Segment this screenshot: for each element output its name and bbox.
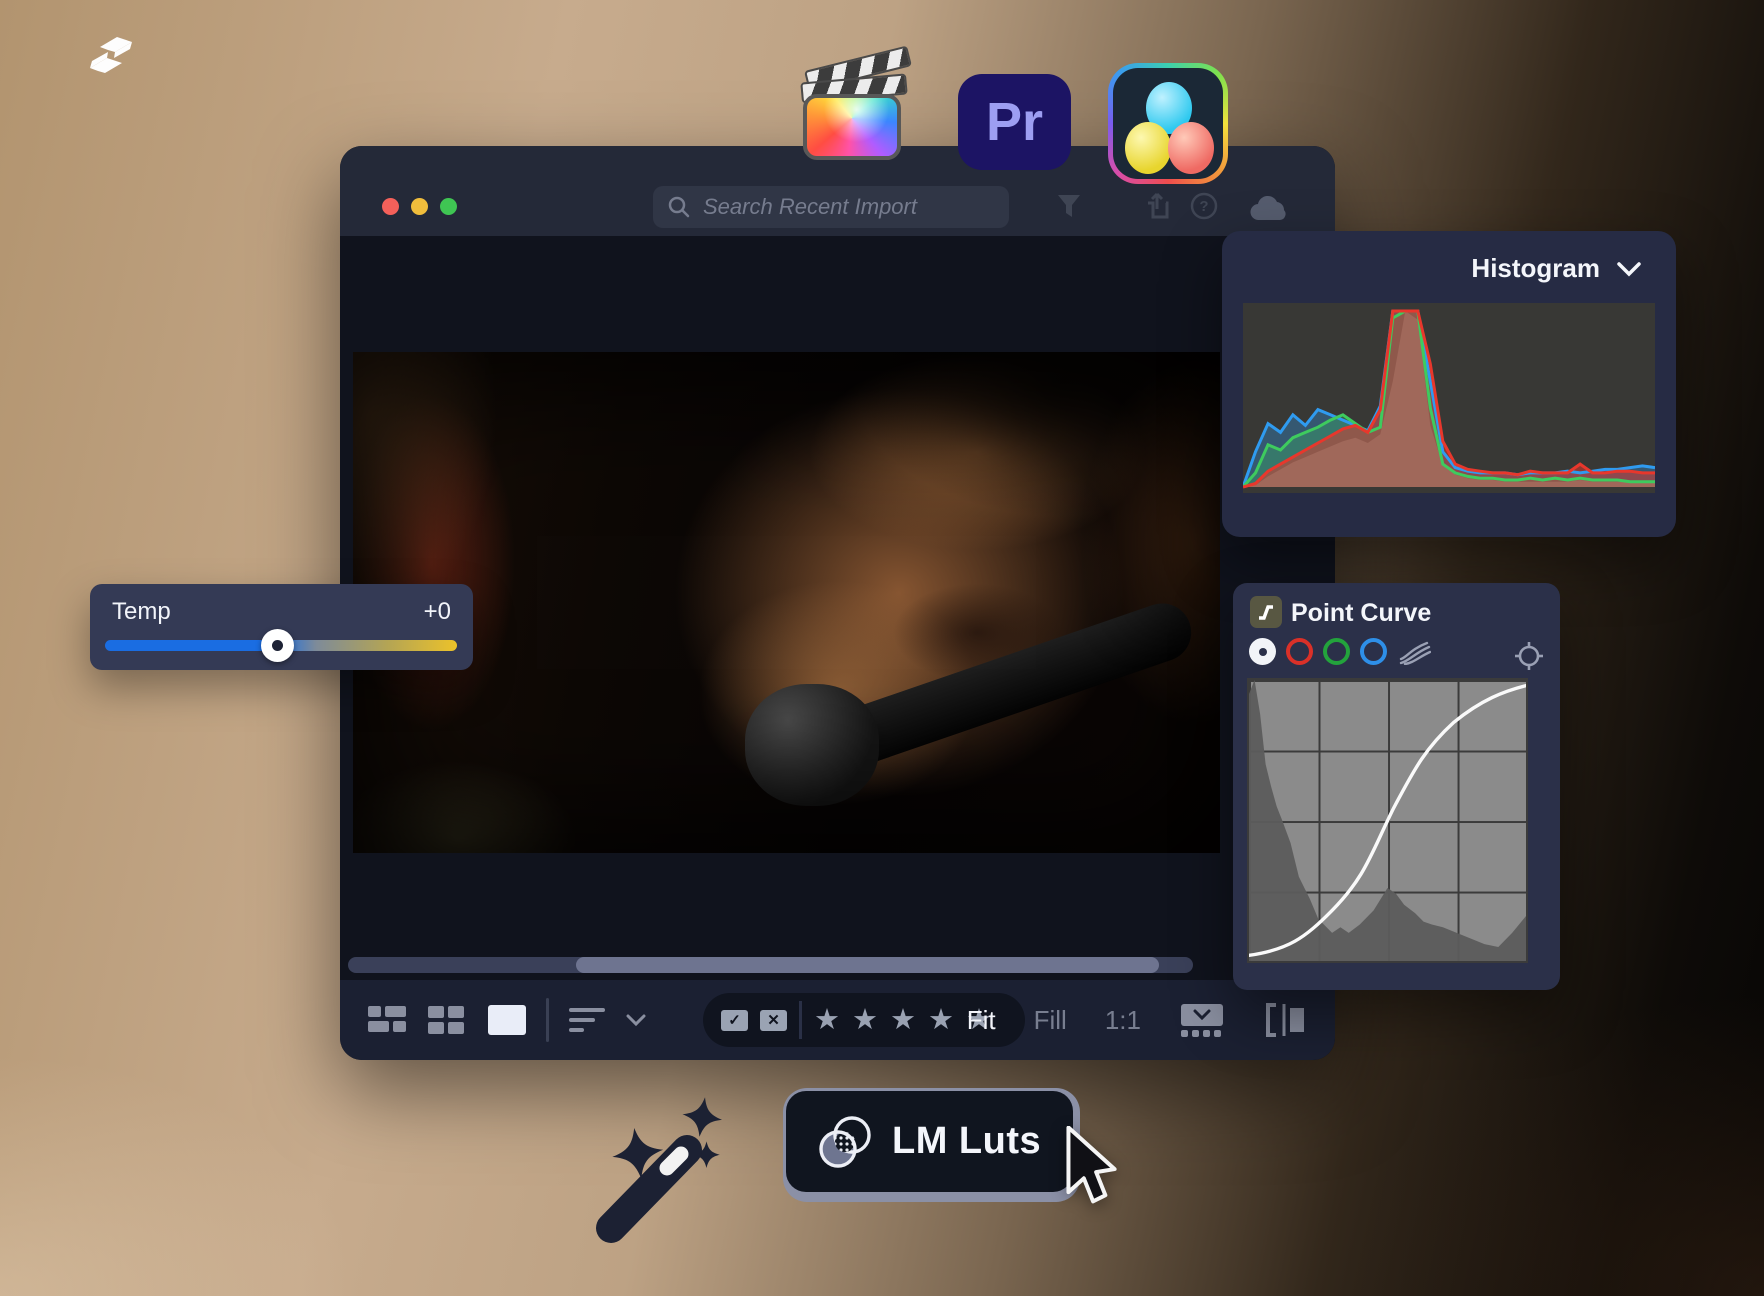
zoom-fill-button[interactable]: Fill (1034, 1005, 1067, 1036)
chevron-down-icon[interactable] (1616, 261, 1642, 277)
search-input[interactable] (701, 193, 995, 221)
horizontal-scrollbar[interactable] (348, 957, 1193, 973)
layout-single-button[interactable] (486, 1000, 530, 1040)
target-adjust-icon[interactable] (1514, 641, 1544, 671)
close-button[interactable] (382, 198, 399, 215)
final-cut-pro-icon[interactable] (801, 58, 907, 162)
scrollbar-thumb[interactable] (576, 957, 1159, 973)
premiere-pro-label: Pr (986, 91, 1043, 153)
zoom-1to1-button[interactable]: 1:1 (1105, 1005, 1141, 1036)
filter-icon[interactable] (1055, 192, 1083, 220)
lut-button-label: LM Luts (892, 1120, 1041, 1163)
cursor-icon (1058, 1126, 1122, 1206)
histogram-header[interactable]: Histogram (1471, 253, 1642, 284)
photo-editor-window: ? (340, 146, 1335, 1060)
star-button-4[interactable]: ★ (928, 1006, 954, 1035)
background: ? (0, 0, 1764, 1296)
temp-slider-thumb[interactable] (261, 629, 294, 662)
compare-before-after-button[interactable] (1263, 1002, 1307, 1038)
layout-masonry-button[interactable] (366, 1000, 410, 1040)
channel-red-button[interactable] (1286, 638, 1313, 665)
histogram-panel: Histogram (1222, 231, 1676, 537)
histogram-chart (1243, 303, 1655, 493)
svg-text:?: ? (1199, 198, 1208, 215)
viewer-area (340, 236, 1335, 980)
temp-label: Temp (112, 598, 171, 626)
sort-chevron-down-icon[interactable] (625, 1013, 647, 1027)
sort-button[interactable] (565, 1000, 609, 1040)
channel-luminance-button[interactable] (1249, 638, 1276, 665)
lut-button-frame: LM Luts (783, 1088, 1080, 1202)
luts-overlap-circles-icon (814, 1111, 876, 1173)
star-button-3[interactable]: ★ (890, 1006, 916, 1035)
lm-luts-button[interactable]: LM Luts (786, 1091, 1073, 1192)
bottom-toolbar: ✓ ✕ ★ ★ ★ ★ ★ Fit Fill 1:1 (340, 980, 1335, 1060)
toolbar-divider (546, 998, 549, 1042)
share-icon[interactable] (1142, 190, 1172, 222)
point-curve-badge-icon (1250, 596, 1282, 628)
davinci-resolve-icon[interactable] (1108, 63, 1228, 184)
premiere-pro-icon[interactable]: Pr (958, 74, 1071, 170)
filmstrip-toggle-button[interactable] (1179, 1002, 1225, 1038)
brand-logo-icon (84, 32, 138, 78)
search-bar[interactable] (653, 186, 1009, 228)
zoom-button[interactable] (440, 198, 457, 215)
point-curve-title: Point Curve (1291, 599, 1431, 628)
star-button-1[interactable]: ★ (814, 1006, 840, 1035)
tone-curve-grid[interactable] (1247, 678, 1528, 963)
histogram-title: Histogram (1471, 253, 1600, 284)
help-icon[interactable]: ? (1190, 192, 1218, 220)
temp-slider-panel: Temp +0 (90, 584, 473, 670)
flag-pick-button[interactable]: ✓ (721, 1010, 748, 1031)
temp-value: +0 (424, 598, 451, 626)
search-icon (667, 195, 691, 219)
channel-blue-button[interactable] (1360, 638, 1387, 665)
flag-reject-button[interactable]: ✕ (760, 1010, 787, 1031)
magic-wand-icon (583, 1080, 743, 1245)
zoom-fit-button[interactable]: Fit (967, 1005, 996, 1036)
channel-green-button[interactable] (1323, 638, 1350, 665)
layout-grid-button[interactable] (426, 1000, 470, 1040)
temp-slider-track[interactable] (105, 640, 457, 651)
star-button-2[interactable]: ★ (852, 1006, 878, 1035)
cloud-icon[interactable] (1248, 194, 1290, 222)
pill-divider (799, 1001, 802, 1039)
photo-preview (353, 352, 1220, 853)
curve-channel-row (1249, 638, 1431, 665)
point-curve-panel: Point Curve (1233, 583, 1560, 990)
minimize-button[interactable] (411, 198, 428, 215)
channel-multi-icon[interactable] (1397, 639, 1431, 665)
